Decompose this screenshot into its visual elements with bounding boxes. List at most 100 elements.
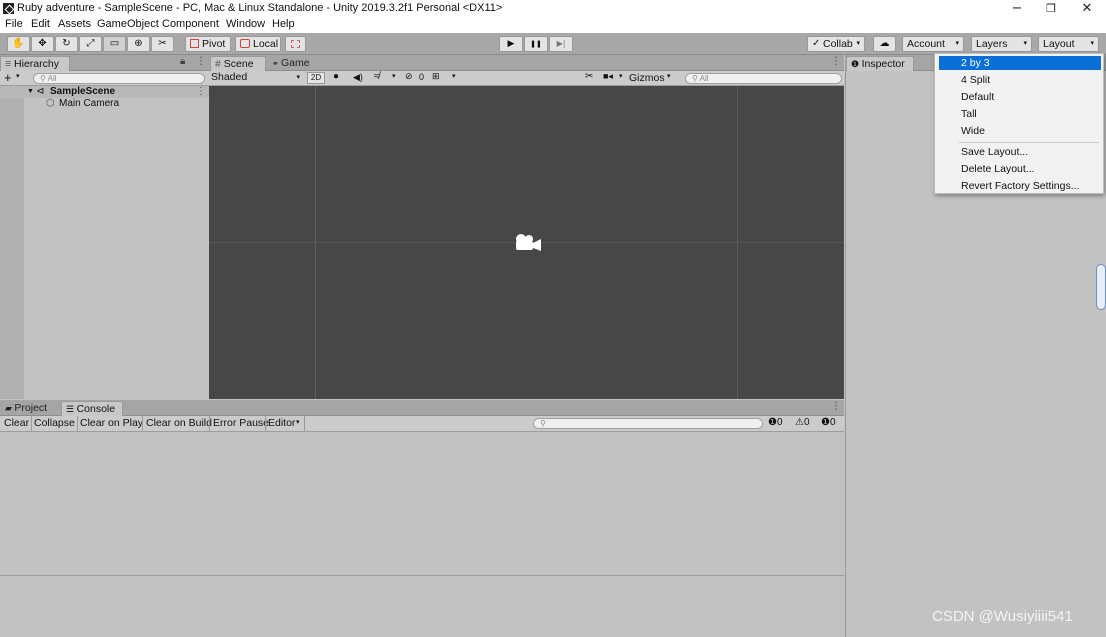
- grid-snap-icon: [291, 40, 300, 48]
- revert-factory-settings-item[interactable]: Revert Factory Settings...: [939, 179, 1101, 193]
- collapse-button[interactable]: Collapse: [34, 417, 75, 429]
- close-button[interactable]: ✕: [1070, 0, 1104, 17]
- rect-tool-icon[interactable]: ▭: [103, 36, 126, 52]
- menu-edit[interactable]: Edit: [31, 18, 50, 30]
- grid-toggle-icon[interactable]: ⊞: [432, 71, 440, 82]
- delete-layout-item[interactable]: Delete Layout...: [939, 162, 1101, 176]
- tab-hierarchy[interactable]: ≡ Hierarchy: [0, 56, 70, 71]
- menu-window[interactable]: Window: [226, 18, 265, 30]
- panel-menu-icon[interactable]: ⋮: [831, 56, 841, 67]
- chevron-down-icon: ▾: [296, 74, 300, 81]
- local-icon: [240, 39, 250, 48]
- console-log-area[interactable]: [0, 432, 844, 637]
- pause-button[interactable]: ❚❚: [524, 36, 548, 52]
- scene-viewport[interactable]: [209, 86, 844, 399]
- camera-settings-icon[interactable]: ■◂: [603, 71, 613, 82]
- hand-tool-icon[interactable]: ✋: [7, 36, 30, 52]
- lock-icon[interactable]: 🔒︎: [180, 56, 185, 67]
- tab-inspector[interactable]: ❶ Inspector: [846, 56, 914, 71]
- scene-search-input[interactable]: ⚲ All: [685, 73, 842, 84]
- hidden-objects-icon[interactable]: ⊘: [405, 71, 413, 82]
- move-tool-icon[interactable]: ✥: [31, 36, 54, 52]
- play-button[interactable]: ▶: [499, 36, 523, 52]
- cloud-button[interactable]: ☁: [873, 36, 896, 52]
- chevron-down-icon[interactable]: ▾: [667, 72, 671, 80]
- panel-menu-icon[interactable]: ⋮: [196, 56, 206, 67]
- chevron-down-icon[interactable]: ▾: [296, 418, 300, 426]
- grid-icon: #: [215, 58, 224, 70]
- editor-dropdown[interactable]: Editor: [268, 417, 295, 429]
- grid-snap-button[interactable]: [285, 36, 306, 52]
- error-filter-toggle[interactable]: ❶0: [821, 417, 836, 428]
- clear-on-build-button[interactable]: Clear on Build: [146, 417, 212, 429]
- save-layout-item[interactable]: Save Layout...: [939, 145, 1101, 159]
- tab-project[interactable]: ▰ Project: [1, 401, 59, 416]
- collab-button[interactable]: ✓ Collab ▾: [807, 36, 865, 52]
- clear-button[interactable]: Clear: [4, 417, 29, 429]
- tab-scene[interactable]: # Scene: [210, 56, 266, 71]
- console-search-input[interactable]: ⚲: [533, 418, 763, 429]
- hierarchy-tab-strip: ≡ Hierarchy 🔒︎ ⋮: [0, 55, 209, 71]
- info-icon: ❶: [768, 417, 777, 428]
- chevron-down-icon[interactable]: ▾: [452, 72, 456, 80]
- chevron-down-icon[interactable]: ▾: [392, 72, 396, 80]
- menu-component[interactable]: Component: [162, 18, 219, 30]
- menu-assets[interactable]: Assets: [58, 18, 91, 30]
- audio-toggle-icon[interactable]: ◀): [353, 72, 363, 83]
- restore-button[interactable]: ❐: [1034, 0, 1068, 17]
- chevron-down-icon[interactable]: ▾: [619, 72, 623, 80]
- pivot-toggle-button[interactable]: Pivot: [185, 36, 231, 52]
- layers-dropdown[interactable]: Layers ▾: [971, 36, 1032, 52]
- layout-option-tall[interactable]: Tall: [939, 107, 1101, 121]
- rotate-tool-icon[interactable]: ↻: [55, 36, 78, 52]
- chevron-down-icon[interactable]: ▾: [16, 72, 20, 80]
- clear-on-play-button[interactable]: Clear on Play: [80, 417, 143, 429]
- side-drawer-handle[interactable]: [1096, 264, 1106, 310]
- transform-tool-icon[interactable]: ⊕: [127, 36, 150, 52]
- menu-file[interactable]: File: [5, 18, 23, 30]
- local-toggle-button[interactable]: Local: [235, 36, 281, 52]
- effects-toggle-icon[interactable]: ≉: [374, 71, 380, 82]
- menu-gameobject[interactable]: GameObject: [97, 18, 159, 30]
- account-dropdown[interactable]: Account ▾: [902, 36, 964, 52]
- add-icon[interactable]: +: [4, 70, 12, 85]
- tab-hierarchy-label: Hierarchy: [14, 58, 59, 70]
- scene-menu-icon[interactable]: ⋮: [196, 86, 206, 98]
- shading-mode-dropdown[interactable]: Shaded ▾: [211, 71, 302, 85]
- layout-option-default[interactable]: Default: [939, 90, 1101, 104]
- scene-row[interactable]: ▼ ⊲ SampleScene ⋮: [0, 86, 209, 98]
- gameobject-cube-icon: ⬡: [46, 98, 55, 109]
- camera-gizmo-icon[interactable]: [512, 233, 542, 253]
- tools-icon[interactable]: ✂: [585, 71, 593, 82]
- 2d-toggle-button[interactable]: 2D: [307, 72, 325, 84]
- list-item[interactable]: ⬡ Main Camera: [0, 98, 209, 110]
- menu-help[interactable]: Help: [272, 18, 295, 30]
- scale-tool-icon[interactable]: ⤢: [79, 36, 102, 52]
- warning-filter-toggle[interactable]: ⚠0: [795, 417, 810, 428]
- lighting-toggle-icon[interactable]: ●: [333, 71, 339, 82]
- layout-option-wide[interactable]: Wide: [939, 124, 1101, 138]
- tab-console[interactable]: ☰ Console: [61, 401, 123, 416]
- info-filter-toggle[interactable]: ❶0: [768, 417, 783, 428]
- divider: [77, 416, 78, 431]
- chevron-down-icon: ▾: [1090, 40, 1094, 47]
- hierarchy-gutter: [0, 86, 24, 399]
- layout-dropdown[interactable]: Layout ▾: [1038, 36, 1099, 52]
- panel-menu-icon[interactable]: ⋮: [831, 401, 841, 412]
- pivot-icon: [190, 39, 199, 48]
- expand-arrow-icon[interactable]: ▼: [27, 86, 34, 98]
- error-pause-button[interactable]: Error Pause: [213, 417, 269, 429]
- layout-option-4-split[interactable]: 4 Split: [939, 73, 1101, 87]
- custom-tool-icon[interactable]: ✂: [151, 36, 174, 52]
- tab-inspector-label: Inspector: [861, 58, 905, 70]
- step-button[interactable]: ▶|: [549, 36, 573, 52]
- hierarchy-search-input[interactable]: ⚲ All: [33, 73, 205, 84]
- hidden-objects-count: 0: [419, 72, 425, 82]
- divider: [142, 416, 143, 431]
- watermark: CSDN @Wusiyiiii541: [932, 608, 1073, 625]
- tab-game[interactable]: ⚭ Game: [268, 56, 318, 71]
- gizmos-dropdown[interactable]: Gizmos: [629, 72, 665, 84]
- console-detail-divider[interactable]: [0, 575, 844, 576]
- layout-option-2-by-3[interactable]: 2 by 3: [939, 56, 1101, 70]
- minimize-button[interactable]: −: [1000, 0, 1034, 17]
